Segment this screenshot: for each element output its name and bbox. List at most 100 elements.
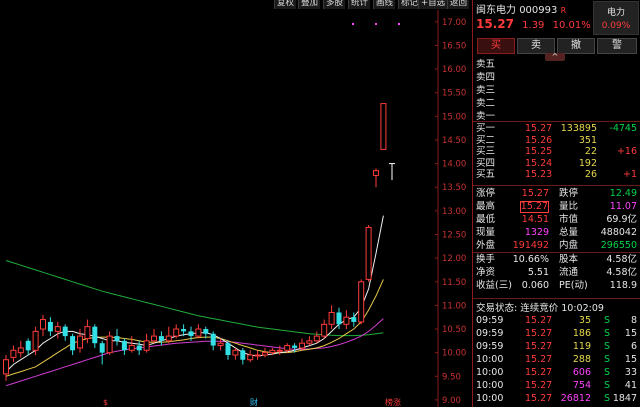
tick-volume: 754 (572, 380, 591, 391)
toolbar-button[interactable]: 标记 (398, 0, 421, 9)
candle (25, 340, 31, 351)
stat-row: 外盘 191492 内盘 296550 (473, 239, 640, 252)
tick-time: 09:59 (476, 341, 504, 352)
stat-value: 69.9亿 (606, 214, 637, 225)
bid-level[interactable]: 买五 15.23 26 +1 (473, 168, 640, 181)
cancel-order-button[interactable]: 撤 (557, 38, 595, 54)
stat-value: 1329 (524, 227, 549, 238)
divider (473, 185, 640, 186)
candle (336, 312, 342, 325)
divider (473, 121, 640, 122)
candle (203, 329, 209, 334)
tick-price: 15.27 (525, 380, 553, 391)
tick-side: S (604, 367, 611, 378)
toolbar-button[interactable]: 复权 (274, 0, 297, 9)
buy-button[interactable]: 买 (477, 38, 515, 54)
toolbar-button[interactable]: 返回 (447, 0, 470, 9)
candle (188, 331, 194, 337)
stat-value: 5.51 (527, 267, 549, 278)
bid-change: +1 (622, 169, 637, 180)
stat-row: 换手 10.66% 股本 4.58亿 (473, 253, 640, 266)
candle (121, 340, 127, 351)
candle (262, 352, 268, 356)
toolbar-button[interactable]: 多股 (323, 0, 346, 9)
stat-label: 收益(三) (476, 280, 512, 291)
signal-dot (352, 23, 354, 25)
candle (284, 345, 291, 351)
stat-value: 0.060 (521, 280, 549, 291)
toolbar-button[interactable]: 统计 (348, 0, 371, 9)
sector-box[interactable]: 电力 0.09% (593, 1, 639, 35)
bid-label: 买五 (476, 169, 496, 180)
stat-value: 12.49 (609, 188, 637, 199)
ask-level[interactable]: 卖三 (473, 84, 640, 97)
last-price: 15.27 (476, 17, 514, 31)
tick-row: 09:59 15.27 119 S 6 (473, 340, 640, 353)
y-tick-label: 17.00 (442, 18, 466, 28)
tick-side: S (604, 341, 611, 352)
stock-code: 000993 (519, 5, 558, 16)
tick-count: 15 (624, 354, 637, 365)
sell-button[interactable]: 卖 (517, 38, 555, 54)
y-tick-label: 14.50 (442, 136, 466, 146)
price-change: 1.39 (522, 20, 545, 31)
stat-label: PE(动) (559, 280, 588, 291)
tick-count: 8 (630, 315, 637, 326)
tick-row: 09:59 15.27 35 S 8 (473, 314, 640, 327)
stat-row: 净资 5.51 流通 4.58亿 (473, 266, 640, 279)
stat-row: 最低 14.51 市值 69.9亿 (473, 213, 640, 226)
event-marker[interactable]: $ (103, 398, 108, 407)
ask-level[interactable]: 卖五 (473, 58, 640, 71)
stat-value: 15.27 (521, 188, 549, 199)
tick-count: 6 (630, 341, 637, 352)
stat-value: 11.07 (609, 201, 637, 212)
ask-level[interactable]: 卖四 (473, 71, 640, 84)
kline-chart[interactable]: 17.00 16.50 16.00 15.50 15.00 14.50 14.00 13.50… (0, 10, 472, 407)
tick-count: 41 (624, 380, 637, 391)
tick-row: 09:59 15.27 186 S 15 (473, 327, 640, 340)
tick-row: 10:00 15.27 288 S 15 (473, 353, 640, 366)
tick-volume: 26812 (560, 393, 591, 404)
tick-side: S (604, 315, 611, 326)
tick-time: 10:00 (476, 393, 504, 404)
tick-row: 10:00 15.27 606 S 33 (473, 366, 640, 379)
sector-name: 电力 (606, 8, 625, 18)
candle (254, 354, 261, 357)
candle (106, 335, 113, 354)
candle (62, 326, 68, 337)
ask-level[interactable]: 卖二 (473, 97, 640, 110)
tick-volume: 119 (572, 341, 591, 352)
divider (473, 298, 640, 299)
stat-value: 4.58亿 (606, 254, 637, 265)
candle (292, 345, 298, 348)
toolbar-button[interactable]: 画线 (373, 0, 396, 9)
candle (269, 349, 276, 354)
tick-count: 15 (624, 328, 637, 339)
ask-label: 卖五 (476, 59, 496, 70)
toolbar-button[interactable]: +自选 (418, 0, 448, 9)
candle (247, 354, 254, 361)
alert-button[interactable]: 警 (597, 38, 637, 54)
divider (473, 252, 640, 253)
y-tick-label: 9.00 (442, 396, 461, 406)
tick-time: 10:00 (476, 367, 504, 378)
candle (128, 345, 135, 351)
stat-label: 涨停 (476, 188, 496, 199)
tick-price: 15.27 (525, 315, 553, 326)
candle (210, 333, 216, 346)
stat-value: 14.51 (521, 214, 549, 225)
toolbar-button[interactable]: 叠加 (298, 0, 321, 9)
stat-label: 总量 (559, 227, 579, 238)
candle (99, 343, 105, 353)
candle (84, 326, 91, 339)
candle (143, 340, 150, 351)
event-marker[interactable]: 财 (250, 397, 258, 407)
y-tick-label: 16.00 (442, 65, 466, 75)
stat-value: 118.9 (609, 280, 637, 291)
y-tick-label: 9.50 (442, 372, 461, 382)
tick-side: S (604, 354, 611, 365)
stat-label: 换手 (476, 254, 496, 265)
stat-value: 488042 (600, 227, 637, 238)
event-marker[interactable]: 榜涨 (385, 397, 401, 407)
y-tick-label: 10.00 (442, 349, 466, 359)
